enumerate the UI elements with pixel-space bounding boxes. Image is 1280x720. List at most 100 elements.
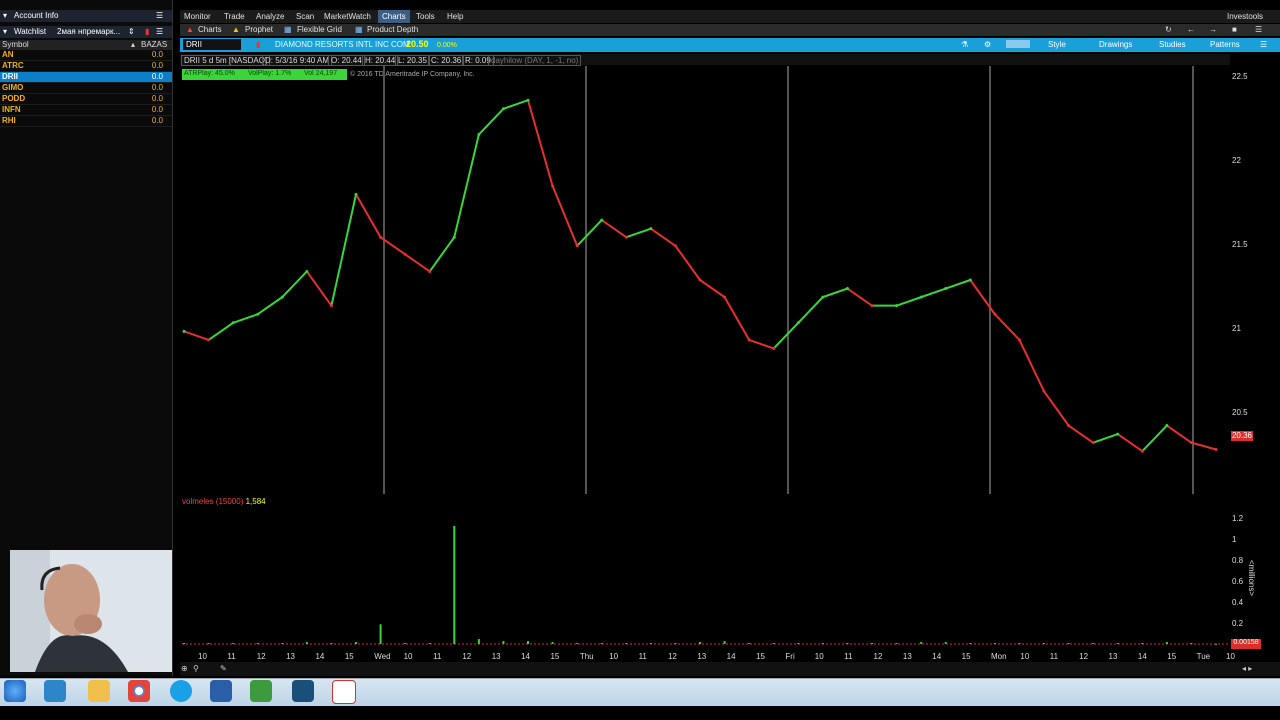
volume-chart[interactable] — [182, 510, 1228, 648]
price-segment — [1141, 424, 1168, 452]
subtab-product-depth[interactable]: Product Depth — [367, 25, 418, 34]
menu-trade[interactable]: Trade — [224, 12, 245, 21]
price-point — [600, 218, 604, 222]
zoom-arrows-icon[interactable]: ◂ ▸ — [1242, 664, 1252, 673]
menu-marketwatch[interactable]: MarketWatch — [324, 12, 371, 21]
link-icon[interactable]: ▮ — [145, 27, 149, 36]
price-point — [354, 192, 358, 196]
volume-bar — [379, 624, 382, 644]
x-tick: 15 — [344, 652, 354, 661]
price-segment — [1092, 433, 1119, 444]
windows-taskbar — [0, 678, 1280, 707]
timeframe-selector[interactable] — [1006, 40, 1030, 48]
row-value: 0.0 — [151, 83, 163, 92]
current-price-tag: 20.36 — [1231, 431, 1253, 441]
watchlist-row[interactable]: AN 0.0 — [0, 50, 172, 61]
menu-icon[interactable]: ☰ — [156, 11, 163, 20]
pan-icon[interactable]: ⊕ — [181, 664, 188, 673]
menu-scan[interactable]: Scan — [296, 12, 314, 21]
current-volume-tag: 0.00158 — [1231, 639, 1261, 649]
remote-icon[interactable] — [292, 680, 314, 702]
font-icon[interactable] — [332, 680, 356, 704]
watchlist-row[interactable]: PODD 0.0 — [0, 94, 172, 105]
sort-icon[interactable]: ▴ — [131, 40, 135, 49]
price-point — [1091, 441, 1095, 445]
flask-icon[interactable]: ⚗ — [961, 40, 968, 49]
stepper-icon[interactable]: ⇕ — [128, 27, 135, 36]
volume-bar — [871, 643, 873, 645]
watchlist-header[interactable]: ▾ Watchlist 2мая нпремарк... ⇕ ▮ ☰ — [0, 26, 172, 38]
price-point — [428, 269, 432, 273]
x-tick: Wed — [374, 652, 391, 661]
gear-icon[interactable]: ⚙ — [984, 40, 991, 49]
prophet-icon: ▲ — [232, 25, 240, 34]
menu-icon[interactable]: ☰ — [1255, 25, 1262, 34]
collapse-icon[interactable]: ▾ — [3, 11, 7, 20]
price-point — [182, 329, 186, 333]
subtab-charts[interactable]: Charts — [198, 25, 222, 34]
watchlist-row[interactable]: ATRC 0.0 — [0, 61, 172, 72]
subtab-prophet[interactable]: Prophet — [245, 25, 273, 34]
back-icon[interactable]: ← — [1187, 25, 1195, 34]
forward-icon[interactable]: → — [1209, 25, 1217, 34]
price-point — [575, 244, 579, 248]
start-button-icon[interactable] — [4, 680, 26, 702]
price-segment — [281, 270, 308, 298]
menu-analyze[interactable]: Analyze — [256, 12, 284, 21]
subtab-flexible-grid[interactable]: Flexible Grid — [297, 25, 342, 34]
menu-investools[interactable]: Investools — [1227, 12, 1263, 21]
skype-icon[interactable] — [170, 680, 192, 702]
refresh-icon[interactable]: ↻ — [1165, 25, 1172, 34]
volume-bar — [477, 639, 480, 644]
thinkorswim-icon[interactable] — [250, 680, 272, 702]
volume-unit: <millions> — [1247, 560, 1256, 597]
price-point — [649, 227, 653, 231]
watchlist-row[interactable]: GIMO 0.0 — [0, 83, 172, 94]
symbol-input[interactable]: DRII — [183, 39, 241, 50]
zoom-icon[interactable]: ⚲ — [193, 664, 199, 673]
price-chart[interactable] — [182, 66, 1228, 494]
window-app-icon[interactable] — [44, 680, 66, 702]
x-tick: 11 — [638, 652, 647, 661]
draw-icon[interactable]: ✎ — [220, 664, 227, 673]
collapse-icon[interactable]: ▾ — [3, 27, 7, 36]
menu-tools[interactable]: Tools — [416, 12, 435, 21]
watchlist-row-selected[interactable]: DRII 0.0 — [0, 72, 172, 83]
x-tick: 10 — [814, 652, 824, 661]
price-point — [501, 107, 505, 111]
drawings-button[interactable]: Drawings — [1099, 40, 1132, 49]
menu-monitor[interactable]: Monitor — [184, 12, 211, 21]
column-value[interactable]: BAZAS — [141, 40, 167, 49]
webcam-person-image — [10, 550, 172, 672]
volume-bar — [551, 642, 554, 644]
watchlist-row[interactable]: INFN 0.0 — [0, 105, 172, 116]
stop-icon[interactable]: ■ — [1232, 25, 1237, 34]
price-point — [723, 295, 727, 299]
menu-icon[interactable]: ☰ — [1260, 40, 1267, 49]
studies-button[interactable]: Studies — [1159, 40, 1186, 49]
chrome-icon[interactable] — [128, 680, 150, 702]
menu-charts[interactable]: Charts — [378, 10, 410, 23]
x-tick: 11 — [844, 652, 853, 661]
grid-icon: ▦ — [284, 25, 292, 34]
price-segment — [232, 313, 259, 324]
price-point — [477, 132, 481, 136]
volume-bar — [1141, 643, 1144, 645]
row-symbol: ATRC — [2, 61, 24, 70]
alert-icon[interactable]: ▮ — [256, 40, 260, 49]
column-symbol[interactable]: Symbol — [2, 40, 29, 49]
bar-date: D: 5/3/16 9:40 AM — [262, 55, 333, 66]
price-point — [305, 269, 309, 273]
volume-bar — [846, 643, 849, 645]
x-tick: 12 — [1079, 652, 1089, 661]
folder-icon[interactable] — [88, 680, 110, 702]
account-info-header[interactable]: ▾ Account Info ☰ — [0, 10, 172, 22]
word-icon[interactable] — [210, 680, 232, 702]
watchlist-row[interactable]: RHI 0.0 — [0, 116, 172, 127]
watchlist-selector[interactable]: 2мая нпремарк... — [57, 27, 120, 36]
style-button[interactable]: Style — [1048, 40, 1066, 49]
menu-icon[interactable]: ☰ — [156, 27, 163, 36]
volume-bar — [428, 643, 431, 645]
menu-help[interactable]: Help — [447, 12, 463, 21]
patterns-button[interactable]: Patterns — [1210, 40, 1240, 49]
